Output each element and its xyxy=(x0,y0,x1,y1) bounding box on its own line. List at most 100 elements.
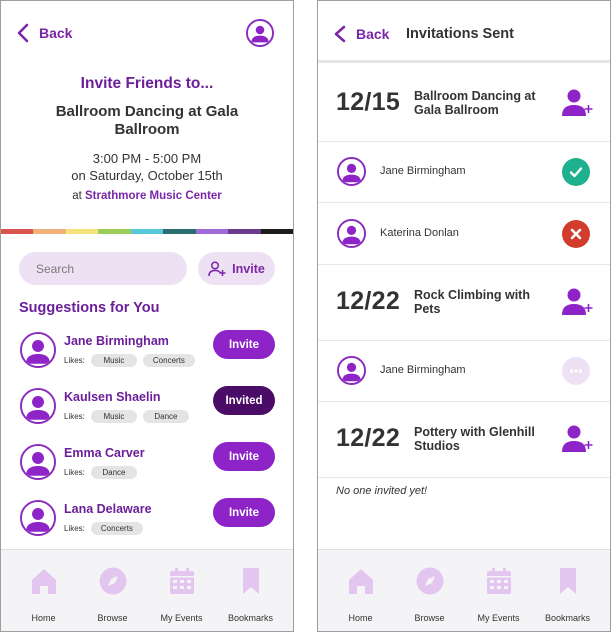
suggestion-name[interactable]: Lana Delaware xyxy=(64,502,152,516)
home-icon xyxy=(29,566,59,601)
interest-tag: Music xyxy=(90,410,137,423)
add-person-icon xyxy=(562,288,593,315)
nav-label: Browse xyxy=(97,613,128,623)
invite-button[interactable]: Invite xyxy=(213,442,275,471)
nav-item-browse[interactable]: Browse xyxy=(398,550,462,631)
event-row: 12/22 Rock Climbing with Pets xyxy=(318,265,610,341)
rainbow-segment xyxy=(33,229,66,234)
nav-item-my-events[interactable]: My Events xyxy=(150,550,214,631)
nav-item-my-events[interactable]: My Events xyxy=(467,550,531,631)
suggestion-likes: Likes: Dance xyxy=(64,466,137,479)
profile-button[interactable] xyxy=(246,19,274,47)
event-title: Ballroom Dancing at Gala Ballroom xyxy=(414,89,536,117)
bookmark-icon xyxy=(236,566,266,601)
event-title: Pottery with Glenhill Studios xyxy=(414,425,535,453)
suggestion-row: Jane Birmingham Likes: Music Concerts Invite xyxy=(1,328,293,378)
avatar[interactable] xyxy=(20,332,56,368)
avatar[interactable] xyxy=(20,388,56,424)
nav-item-home[interactable]: Home xyxy=(12,550,76,631)
nav-label: My Events xyxy=(160,613,203,623)
event-row: 12/22 Pottery with Glenhill Studios xyxy=(318,402,610,478)
nav-item-bookmarks[interactable]: Bookmarks xyxy=(219,550,283,631)
suggestion-row: Kaulsen Shaelin Likes: Music Dance Invited xyxy=(1,384,293,434)
likes-label: Likes: xyxy=(64,468,85,477)
invited-button[interactable]: Invited xyxy=(213,386,275,415)
invite-button[interactable]: Invite xyxy=(213,498,275,527)
user-avatar-icon xyxy=(22,502,54,534)
user-avatar-icon xyxy=(339,221,364,246)
venue-link[interactable]: Strathmore Music Center xyxy=(85,190,222,202)
event-date: 12/22 xyxy=(336,287,401,315)
nav-label: Home xyxy=(31,613,56,623)
nav-label: My Events xyxy=(477,613,520,623)
compass-icon xyxy=(98,566,128,601)
rainbow-segment xyxy=(228,229,261,234)
avatar[interactable] xyxy=(337,356,366,385)
back-label: Back xyxy=(39,25,73,41)
home-icon xyxy=(346,566,376,601)
ellipsis-icon xyxy=(562,357,590,385)
back-label: Back xyxy=(356,26,390,42)
nav-label: Bookmarks xyxy=(544,613,590,623)
chevron-left-icon xyxy=(17,23,29,43)
compass-icon xyxy=(415,566,445,601)
check-icon xyxy=(562,158,590,186)
top-bar: Back xyxy=(1,1,293,65)
bottom-nav: Home Browse My Events Bookmarks xyxy=(1,549,293,631)
invite-button[interactable]: Invite xyxy=(198,252,275,285)
likes-label: Likes: xyxy=(64,356,85,365)
add-person-icon xyxy=(562,425,593,452)
likes-label: Likes: xyxy=(64,524,85,533)
suggestion-likes: Likes: Music Dance xyxy=(64,410,189,423)
page-title: Invitations Sent xyxy=(406,26,514,42)
chevron-left-icon xyxy=(334,25,346,43)
back-button[interactable]: Back xyxy=(17,23,72,43)
invitee-row: Jane Birmingham xyxy=(318,340,610,402)
x-icon xyxy=(562,220,590,248)
event-time: 3:00 PM - 5:00 PM on Saturday, October 1… xyxy=(1,150,293,184)
rainbow-segment xyxy=(98,229,131,234)
event-date: 12/15 xyxy=(336,88,401,116)
interest-tag: Concerts xyxy=(90,522,143,535)
user-avatar-icon xyxy=(339,358,364,383)
search-input[interactable] xyxy=(19,252,187,285)
nav-item-browse[interactable]: Browse xyxy=(81,550,145,631)
user-avatar-icon xyxy=(22,334,54,366)
suggestion-name[interactable]: Jane Birmingham xyxy=(64,334,169,348)
avatar[interactable] xyxy=(337,157,366,186)
profile-icon xyxy=(248,21,272,45)
user-avatar-icon xyxy=(22,446,54,478)
rainbow-segment xyxy=(1,229,34,234)
avatar[interactable] xyxy=(20,500,56,536)
user-avatar-icon xyxy=(339,159,364,184)
bottom-nav: Home Browse My Events Bookmarks xyxy=(318,549,610,631)
suggestion-row: Lana Delaware Likes: Concerts Invite xyxy=(1,496,293,546)
invite-heading: Invite Friends to... xyxy=(80,75,214,92)
invite-button[interactable]: Invite xyxy=(213,330,275,359)
nav-label: Home xyxy=(348,613,373,623)
avatar[interactable] xyxy=(337,219,366,248)
back-button[interactable]: Back xyxy=(334,25,389,43)
event-date: on Saturday, October 15th xyxy=(71,168,223,183)
nav-label: Browse xyxy=(414,613,445,623)
invitee-row: Katerina Donlan xyxy=(318,203,610,265)
add-invitee-button[interactable] xyxy=(560,422,594,456)
nav-item-bookmarks[interactable]: Bookmarks xyxy=(536,550,600,631)
suggestion-name[interactable]: Emma Carver xyxy=(64,446,145,460)
nav-item-home[interactable]: Home xyxy=(329,550,393,631)
invite-friends-screen: Back Invite Friends to... Ballroom Danci… xyxy=(0,0,294,632)
suggestion-name[interactable]: Kaulsen Shaelin xyxy=(64,390,161,404)
calendar-icon xyxy=(484,566,514,601)
interest-tag: Music xyxy=(90,354,137,367)
add-invitee-button[interactable] xyxy=(560,285,594,319)
add-invitee-button[interactable] xyxy=(560,86,594,120)
rainbow-segment xyxy=(65,229,99,234)
event-date: 12/22 xyxy=(336,424,401,452)
top-bar: Back Invitations Sent xyxy=(318,1,610,63)
avatar[interactable] xyxy=(20,444,56,480)
user-avatar-icon xyxy=(22,390,54,422)
bookmark-icon xyxy=(553,566,583,601)
suggestion-row: Emma Carver Likes: Dance Invite xyxy=(1,440,293,490)
empty-invitations-note: No one invited yet! xyxy=(336,485,428,497)
calendar-icon xyxy=(167,566,197,601)
